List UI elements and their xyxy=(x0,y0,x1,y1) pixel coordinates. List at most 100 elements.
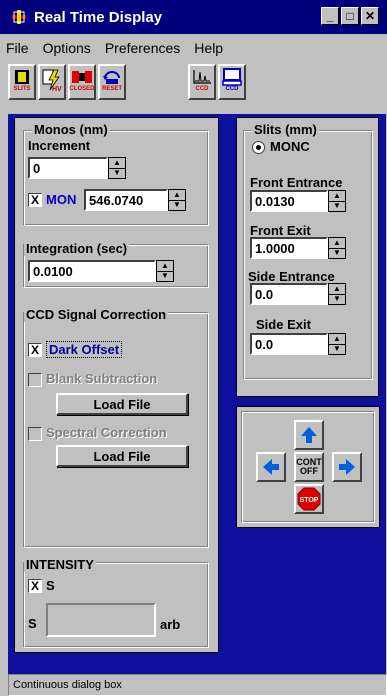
spin-up-icon[interactable]: ▲ xyxy=(169,190,185,201)
mono-checkbox[interactable]: X xyxy=(28,193,42,207)
increment-spinner[interactable]: ▲ ▼ xyxy=(108,157,126,179)
ccd-graph-toolbar-button[interactable]: CCD xyxy=(188,64,216,100)
mono-radio[interactable] xyxy=(252,141,265,154)
intensity-title: INTENSITY xyxy=(24,557,96,572)
arrow-right-icon xyxy=(339,459,355,475)
spectral-correction-checkbox[interactable] xyxy=(28,427,42,441)
slits-panel: Slits (mm) MONC Front Entrance 0.0130 ▲ ▼… xyxy=(236,117,379,397)
ccd-graph-icon xyxy=(193,70,211,84)
front-entrance-field[interactable]: 0.0130 xyxy=(250,190,328,212)
increment-label: Increment xyxy=(28,138,91,153)
intensity-s-check-label: S xyxy=(46,578,55,593)
intensity-s-checkbox[interactable]: X xyxy=(28,579,42,593)
window-title: Real Time Display xyxy=(34,8,163,26)
spin-up-icon[interactable]: ▲ xyxy=(329,191,345,202)
cont-off-button[interactable]: CONT OFF xyxy=(294,452,324,482)
integration-spinner[interactable]: ▲ ▼ xyxy=(156,260,174,282)
svg-text:HV: HV xyxy=(52,86,62,92)
dark-offset-checkbox[interactable]: X xyxy=(28,343,42,357)
side-entrance-spinner[interactable]: ▲ ▼ xyxy=(328,283,346,305)
front-entrance-spinner[interactable]: ▲ ▼ xyxy=(328,190,346,212)
intensity-value-display xyxy=(46,603,156,637)
minimize-button[interactable]: _ xyxy=(321,7,339,25)
reset-icon xyxy=(103,71,120,84)
spin-down-icon[interactable]: ▼ xyxy=(329,345,345,355)
front-exit-label: Front Exit xyxy=(250,223,311,238)
spin-up-icon[interactable]: ▲ xyxy=(329,284,345,295)
slits-title: Slits (mm) xyxy=(252,122,319,137)
ccd-correction-title: CCD Signal Correction xyxy=(24,307,169,322)
monos-title: Monos (nm) xyxy=(32,122,110,137)
mono-label: MON xyxy=(46,192,77,207)
spectral-correction-label: Spectral Correction xyxy=(46,425,167,440)
spin-up-icon[interactable]: ▲ xyxy=(329,238,345,249)
title-bar[interactable]: Real Time Display _ □ ✕ xyxy=(0,0,387,34)
spin-down-icon[interactable]: ▼ xyxy=(329,249,345,259)
spin-down-icon[interactable]: ▼ xyxy=(169,201,185,211)
app-icon[interactable] xyxy=(10,8,28,26)
ccd-display-toolbar-button[interactable]: CCD xyxy=(218,64,246,100)
intensity-s-label: S xyxy=(28,616,37,631)
spin-up-icon[interactable]: ▲ xyxy=(157,261,173,272)
mono-radio-label: MONC xyxy=(270,139,310,154)
menu-options[interactable]: Options xyxy=(43,40,91,56)
integration-group: Integration (sec) 0.0100 ▲ ▼ xyxy=(23,241,209,288)
menu-file[interactable]: File xyxy=(6,40,29,56)
side-exit-spinner[interactable]: ▲ ▼ xyxy=(328,333,346,355)
shutter-closed-icon xyxy=(72,71,92,83)
close-button[interactable]: ✕ xyxy=(361,7,379,25)
intensity-unit: arb xyxy=(160,617,181,632)
arrow-left-icon xyxy=(263,459,279,475)
spin-down-icon[interactable]: ▼ xyxy=(329,295,345,305)
status-text: Continuous dialog box xyxy=(13,679,122,691)
intensity-group: INTENSITY X S S arb xyxy=(23,557,209,648)
menu-bar: File Options Preferences Help xyxy=(0,36,387,60)
mono-wavelength-spinner[interactable]: ▲ ▼ xyxy=(168,189,186,211)
integration-title: Integration (sec) xyxy=(24,241,130,256)
svg-text:STOP: STOP xyxy=(300,497,319,504)
maximize-button[interactable]: □ xyxy=(341,7,359,25)
mono-wavelength-field[interactable]: 546.0740 xyxy=(84,189,168,211)
front-exit-spinner[interactable]: ▲ ▼ xyxy=(328,237,346,259)
menu-preferences[interactable]: Preferences xyxy=(105,40,180,56)
menu-help[interactable]: Help xyxy=(194,40,223,56)
spin-down-icon[interactable]: ▼ xyxy=(329,202,345,212)
blank-subtraction-checkbox[interactable] xyxy=(28,373,42,387)
monos-group: Monos (nm) Increment 0 ▲ ▼ X MON 546.0740… xyxy=(23,122,209,226)
ccd-correction-group: CCD Signal Correction X Dark Offset Blan… xyxy=(23,307,209,548)
load-file-blank-button[interactable]: Load File xyxy=(56,393,188,415)
spin-down-icon[interactable]: ▼ xyxy=(109,169,125,179)
increment-field[interactable]: 0 xyxy=(28,157,108,179)
spin-down-icon[interactable]: ▼ xyxy=(157,272,173,282)
left-arrow-button[interactable] xyxy=(256,452,286,482)
side-entrance-label: Side Entrance xyxy=(248,269,335,284)
spin-up-icon[interactable]: ▲ xyxy=(329,334,345,345)
dark-offset-label[interactable]: Dark Offset xyxy=(46,341,123,358)
status-bar: Continuous dialog box xyxy=(8,674,387,696)
arrow-up-icon xyxy=(301,427,317,443)
side-exit-label: Side Exit xyxy=(256,317,311,332)
control-pad-group: CONT OFF STOP xyxy=(241,411,375,523)
control-pad: CONT OFF STOP xyxy=(236,406,380,528)
blank-subtraction-label: Blank Subtraction xyxy=(46,371,158,386)
reset-toolbar-button[interactable]: RESET xyxy=(98,64,126,100)
load-file-spectral-button[interactable]: Load File xyxy=(56,445,188,467)
left-panel: Monos (nm) Increment 0 ▲ ▼ X MON 546.0740… xyxy=(14,117,219,653)
slits-icon xyxy=(15,70,29,84)
stop-sign-icon: STOP xyxy=(297,487,321,511)
slits-group: Slits (mm) MONC Front Entrance 0.0130 ▲ ▼… xyxy=(243,122,373,380)
right-arrow-button[interactable] xyxy=(332,452,362,482)
side-entrance-field[interactable]: 0.0 xyxy=(250,283,328,305)
slits-toolbar-button[interactable]: SLITS xyxy=(8,64,36,100)
front-entrance-label: Front Entrance xyxy=(250,175,343,190)
high-voltage-icon: HV xyxy=(42,69,62,92)
front-exit-field[interactable]: 1.0000 xyxy=(250,237,328,259)
integration-field[interactable]: 0.0100 xyxy=(28,260,156,282)
stop-button[interactable]: STOP xyxy=(294,484,324,514)
side-exit-field[interactable]: 0.0 xyxy=(250,333,328,355)
ccd-monitor-icon xyxy=(222,68,242,86)
up-arrow-button[interactable] xyxy=(294,420,324,450)
closed-toolbar-button[interactable]: CLOSED xyxy=(68,64,96,100)
spin-up-icon[interactable]: ▲ xyxy=(109,158,125,169)
hv-toolbar-button[interactable]: HV xyxy=(38,64,66,100)
